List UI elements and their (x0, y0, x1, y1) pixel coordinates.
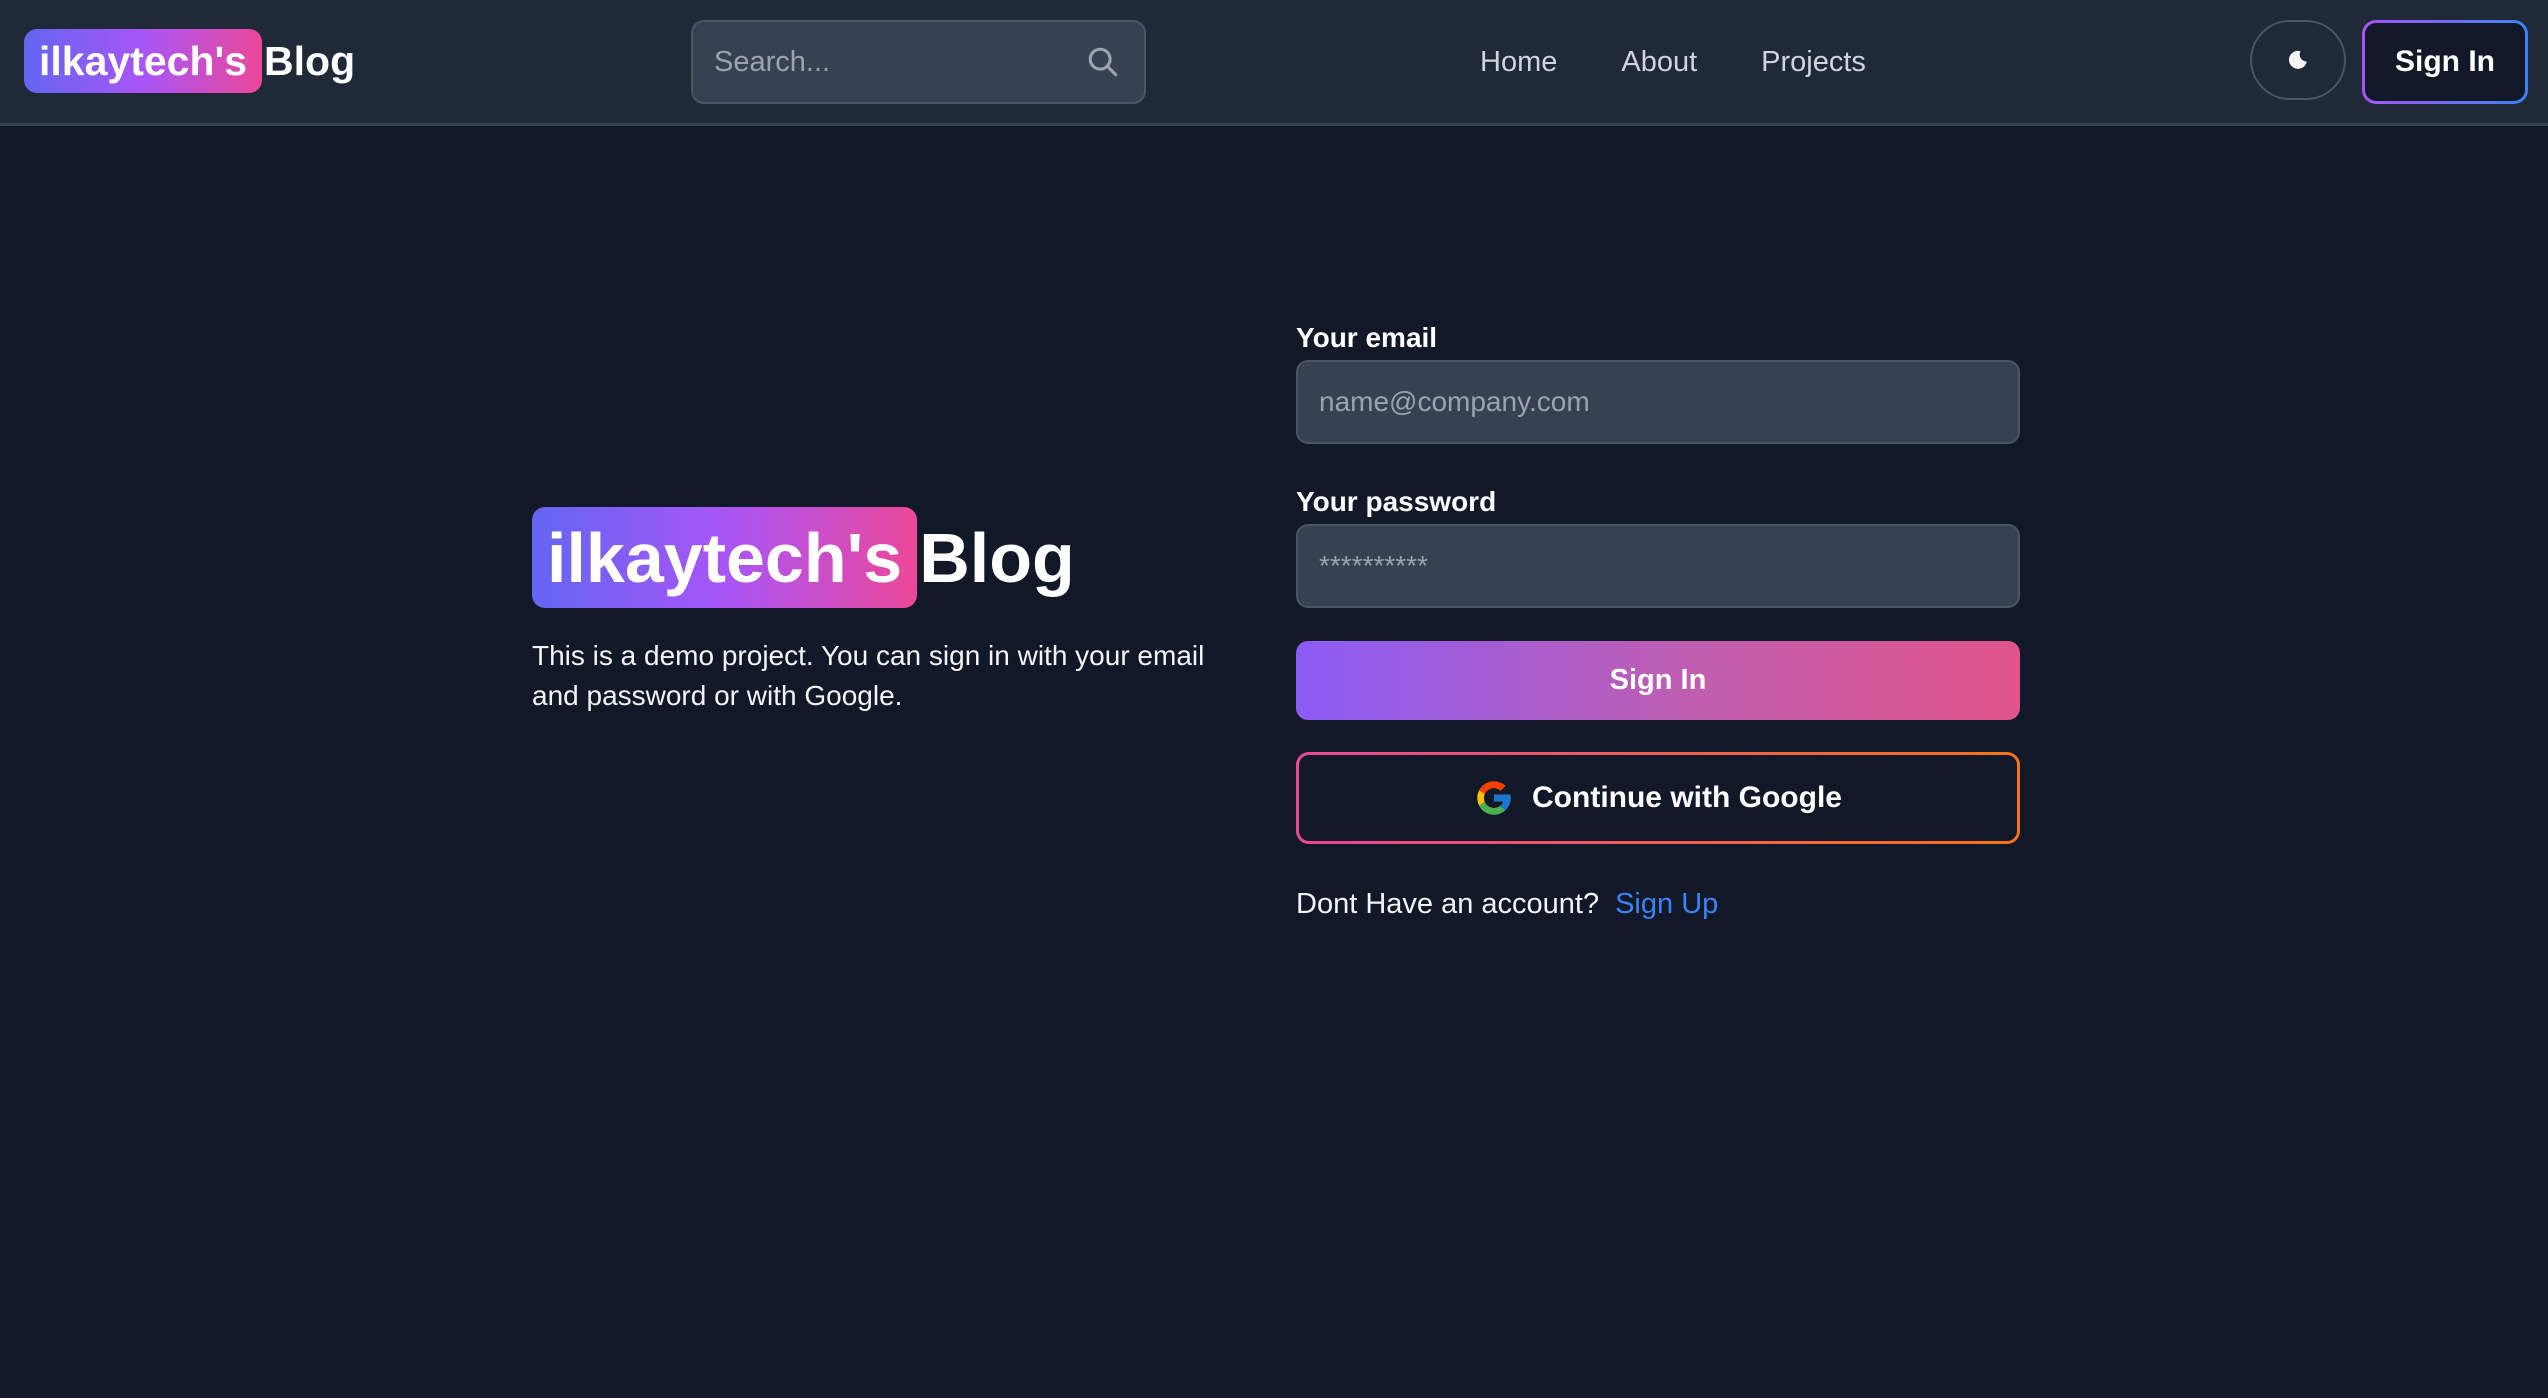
search-input[interactable] (693, 22, 1073, 102)
password-field[interactable] (1298, 526, 2018, 606)
password-label: Your password (1296, 486, 1497, 517)
hero-brand-text: Blog (919, 518, 1075, 597)
hero-brand-highlight: ilkaytech's (532, 507, 918, 608)
brand-text: Blog (264, 37, 356, 84)
theme-toggle-button[interactable] (2250, 20, 2346, 100)
hero-brand: ilkaytech's Blog (532, 507, 1075, 608)
header-signin-button[interactable]: Sign In (2362, 20, 2528, 104)
search-box (691, 20, 1146, 104)
signup-link[interactable]: Sign Up (1615, 888, 1718, 921)
google-button-content: Continue with Google (1299, 755, 2017, 841)
brand-highlight: ilkaytech's (24, 29, 263, 93)
email-field-wrapper (1296, 360, 2020, 444)
hero-description: This is a demo project. You can sign in … (532, 640, 1205, 711)
nav-link-projects[interactable]: Projects (1761, 36, 1866, 88)
nav-link-home[interactable]: Home (1480, 36, 1557, 88)
nav-link-about[interactable]: About (1621, 36, 1697, 88)
no-account-text: Dont Have an account? (1296, 887, 1600, 920)
google-signin-button[interactable]: Continue with Google (1296, 752, 2020, 844)
email-field[interactable] (1298, 362, 2018, 442)
signup-prompt: Dont Have an account? Sign Up (1296, 884, 1718, 924)
top-navbar: ilkaytech's Blog Home About Projects Sig… (0, 0, 2548, 126)
signin-button[interactable]: Sign In (1296, 641, 2020, 720)
header-signin-label: Sign In (2365, 23, 2525, 101)
moon-icon (2288, 50, 2307, 69)
main-nav: Home About Projects (1480, 36, 1866, 88)
brand-logo[interactable]: ilkaytech's Blog (24, 29, 355, 93)
search-icon[interactable] (1086, 45, 1120, 79)
password-field-wrapper (1296, 524, 2020, 608)
google-icon (1477, 781, 1511, 815)
email-label: Your email (1296, 322, 1438, 353)
google-button-label: Continue with Google (1532, 781, 1842, 814)
